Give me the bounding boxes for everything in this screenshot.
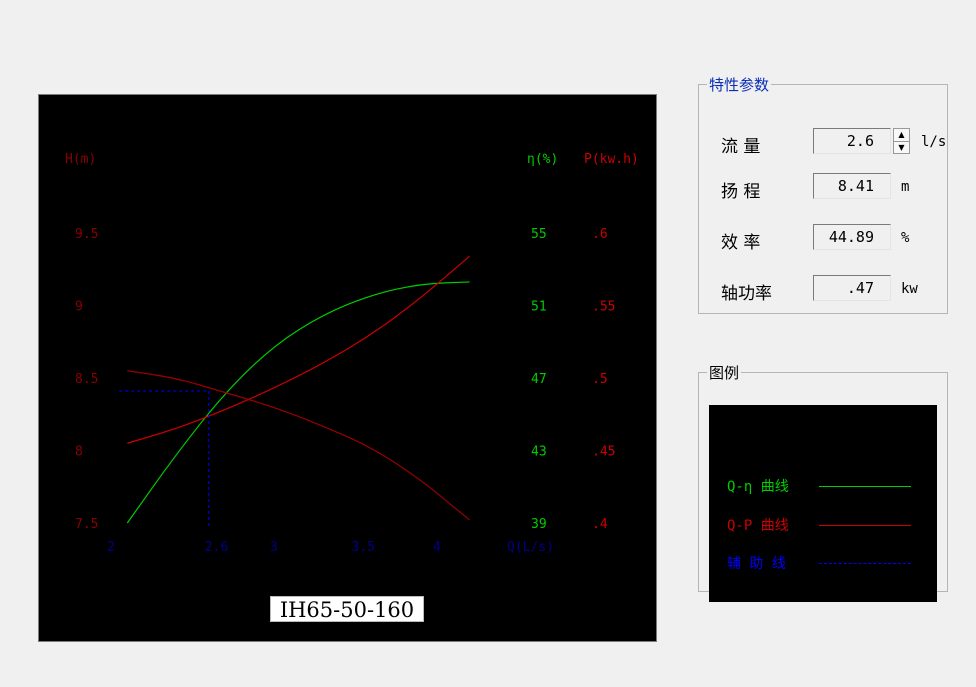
legend-power-label: Q-P 曲线 [727, 518, 789, 534]
head-field: 8.41 [813, 173, 891, 199]
x-tick-label: 3.5 [352, 540, 375, 555]
series-line-efficiency [126, 281, 470, 524]
chart-canvas: H(m) η(%) P(kw.h) Q(L/s) 9.5 9 8.5 8 7.5 55 51… [65, 152, 639, 555]
efficiency-label: 效 率 [721, 233, 761, 253]
x-axis-label: Q(L/s) [507, 540, 554, 555]
legend-panel: Q-η 曲线 Q-P 曲线 辅 助 线 [709, 405, 937, 602]
power-tick-label: .55 [592, 300, 615, 315]
eta-tick-label: 43 [531, 445, 547, 460]
h-axis-label: H(m) [65, 152, 96, 167]
legend-guide-label: 辅 助 线 [727, 556, 786, 572]
parameters-group: 特性参数 流 量 2.6 ▲ ▼ l/s 扬 程 8.41 m 效 率 44.8… [698, 74, 948, 314]
legend-power-swatch [819, 525, 911, 526]
power-tick-label: .6 [592, 227, 608, 242]
flow-spinner[interactable]: ▲ ▼ [893, 128, 910, 154]
power-axis-label: P(kw.h) [584, 152, 639, 167]
series-line-head [127, 370, 470, 521]
power-tick-label: .45 [592, 445, 615, 460]
efficiency-field: 44.89 [813, 224, 891, 250]
parameters-title: 特性参数 [709, 76, 770, 94]
eta-tick-label: 47 [531, 372, 547, 387]
h-tick-label: 9.5 [75, 227, 98, 242]
efficiency-unit: % [901, 230, 910, 246]
performance-chart: H(m) η(%) P(kw.h) Q(L/s) 9.5 9 8.5 8 7.5 55 51… [38, 94, 657, 642]
pump-model-label: IH65-50-160 [270, 596, 424, 622]
flow-input[interactable]: 2.6 [813, 128, 891, 154]
spin-up-icon[interactable]: ▲ [894, 129, 909, 141]
eta-tick-label: 39 [531, 517, 547, 532]
power-unit: kw [901, 281, 918, 297]
h-tick-label: 9 [75, 300, 83, 315]
h-tick-label: 8.5 [75, 372, 98, 387]
x-tick-label: 3 [270, 540, 278, 555]
x-tick-label: 2 [107, 540, 115, 555]
head-label: 扬 程 [721, 182, 761, 202]
eta-tick-label: 51 [531, 300, 547, 315]
legend-eta-swatch [819, 486, 911, 487]
eta-tick-label: 55 [531, 227, 547, 242]
x-tick-label: 2.6 [205, 540, 228, 555]
legend-group: 图例 Q-η 曲线 Q-P 曲线 辅 助 线 [698, 362, 948, 602]
spin-down-icon[interactable]: ▼ [894, 141, 909, 154]
power-field: .47 [813, 275, 891, 301]
h-tick-label: 7.5 [75, 517, 98, 532]
power-tick-label: .4 [592, 517, 608, 532]
head-unit: m [901, 179, 910, 195]
series-line-power [127, 255, 470, 444]
legend-eta-label: Q-η 曲线 [727, 479, 789, 495]
flow-label: 流 量 [721, 137, 761, 157]
legend-title: 图例 [709, 364, 740, 382]
legend-guide-swatch [819, 563, 911, 564]
power-label: 轴功率 [721, 284, 772, 304]
eta-axis-label: η(%) [527, 152, 558, 167]
x-tick-label: 4 [433, 540, 441, 555]
power-tick-label: .5 [592, 372, 608, 387]
h-tick-label: 8 [75, 445, 83, 460]
flow-unit: l/s [921, 134, 947, 150]
